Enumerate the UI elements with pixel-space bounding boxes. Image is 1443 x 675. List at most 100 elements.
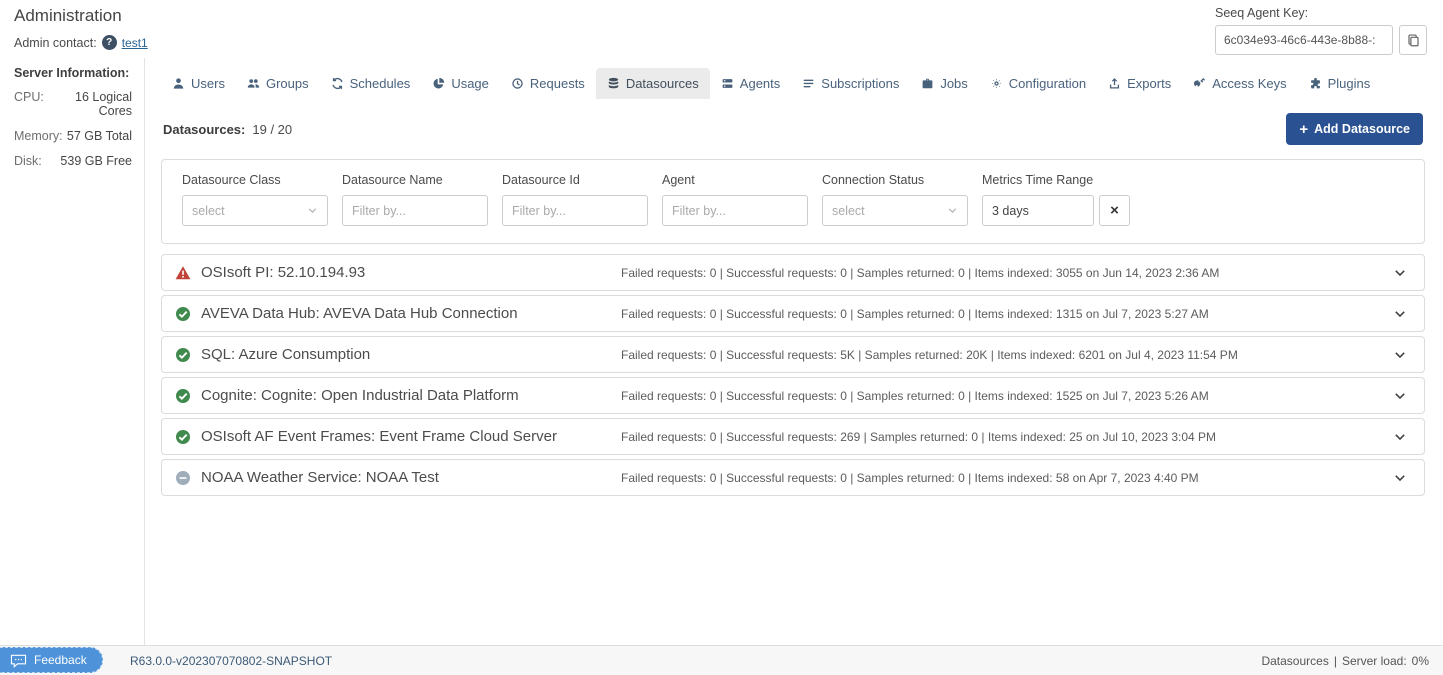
server-info-heading: Server Information: — [14, 66, 132, 80]
datasource-row[interactable]: OSIsoft PI: 52.10.194.93Failed requests:… — [161, 254, 1425, 291]
filter-field-datasource-class: Datasource Class select — [182, 173, 328, 226]
tab-requests[interactable]: Requests — [500, 68, 596, 99]
server-info-value: 16 Logical Cores — [44, 90, 132, 118]
tab-jobs[interactable]: Jobs — [910, 68, 978, 99]
server-info-value: 57 GB Total — [67, 129, 132, 143]
datasource-title: AVEVA Data Hub: AVEVA Data Hub Connectio… — [201, 305, 518, 322]
briefcase-icon — [921, 77, 934, 90]
tab-label: Configuration — [1009, 76, 1086, 91]
list-icon — [802, 77, 815, 90]
datasource-row-header: AVEVA Data Hub: AVEVA Data Hub Connectio… — [175, 305, 621, 322]
filter-input-datasource-id[interactable] — [502, 195, 648, 226]
filter-input-agent[interactable] — [662, 195, 808, 226]
copy-agent-key-button[interactable] — [1399, 25, 1427, 55]
tab-schedules[interactable]: Schedules — [320, 68, 422, 99]
server-info-label: CPU: — [14, 90, 44, 118]
datasource-stats: Failed requests: 0 | Successful requests… — [621, 348, 1381, 362]
admin-contact-link[interactable]: test1 — [122, 36, 148, 50]
tab-label: Agents — [740, 76, 780, 91]
key-icon — [1193, 77, 1206, 90]
tab-subscriptions[interactable]: Subscriptions — [791, 68, 910, 99]
datasource-row[interactable]: SQL: Azure ConsumptionFailed requests: 0… — [161, 336, 1425, 373]
connected-icon — [175, 429, 191, 445]
footer-context: Datasources — [1261, 654, 1328, 668]
select-placeholder: select — [832, 204, 865, 218]
help-icon[interactable]: ? — [102, 35, 117, 50]
chevron-down-icon — [1393, 307, 1407, 321]
feedback-label: Feedback — [34, 653, 87, 667]
agent-key-input[interactable] — [1215, 25, 1393, 55]
tab-configuration[interactable]: Configuration — [979, 68, 1097, 99]
filter-label: Agent — [662, 173, 808, 187]
tab-groups[interactable]: Groups — [236, 68, 320, 99]
filter-select-datasource-class[interactable]: select — [182, 195, 328, 226]
tab-label: Subscriptions — [821, 76, 899, 91]
expand-row-button[interactable] — [1389, 346, 1411, 364]
select-placeholder: select — [192, 204, 225, 218]
filter-field-datasource-name: Datasource Name — [342, 173, 488, 226]
tab-label: Jobs — [940, 76, 967, 91]
datasource-row[interactable]: NOAA Weather Service: NOAA TestFailed re… — [161, 459, 1425, 496]
chevron-down-icon — [947, 205, 958, 216]
datasource-stats: Failed requests: 0 | Successful requests… — [621, 430, 1381, 444]
chevron-down-icon — [1393, 348, 1407, 362]
filter-field-datasource-id: Datasource Id — [502, 173, 648, 226]
datasource-row[interactable]: Cognite: Cognite: Open Industrial Data P… — [161, 377, 1425, 414]
filter-field-connection-status: Connection Status select — [822, 173, 968, 226]
pie-chart-icon — [432, 77, 445, 90]
main-content: UsersGroups Schedules UsageRequests Datasou… — [145, 58, 1443, 645]
tab-exports[interactable]: Exports — [1097, 68, 1182, 99]
datasource-row-header: NOAA Weather Service: NOAA Test — [175, 469, 621, 486]
server-info-row-cpu: CPU:16 Logical Cores — [14, 90, 132, 118]
tab-label: Datasources — [626, 76, 699, 91]
filter-label: Datasource Class — [182, 173, 328, 187]
expand-row-button[interactable] — [1389, 387, 1411, 405]
agent-key-section: Seeq Agent Key: — [1215, 6, 1427, 55]
copy-icon — [1406, 33, 1421, 48]
filter-input-metrics-time-range[interactable] — [982, 195, 1094, 226]
filter-field-metrics-time-range: Metrics Time Range× — [982, 173, 1130, 226]
datasource-row[interactable]: AVEVA Data Hub: AVEVA Data Hub Connectio… — [161, 295, 1425, 332]
tab-access-keys[interactable]: Access Keys — [1182, 68, 1297, 99]
page-body: Server Information: CPU:16 Logical Cores… — [0, 58, 1443, 645]
chevron-down-icon — [307, 205, 318, 216]
add-datasource-button[interactable]: + Add Datasource — [1286, 113, 1423, 145]
expand-row-button[interactable] — [1389, 469, 1411, 487]
datasource-row-header: OSIsoft PI: 52.10.194.93 — [175, 264, 621, 281]
admin-contact-label: Admin contact: — [14, 36, 97, 50]
version-text: R63.0.0-v202307070802-SNAPSHOT — [130, 654, 332, 668]
clear-filter-button[interactable]: × — [1099, 195, 1130, 226]
plus-icon: + — [1299, 122, 1308, 137]
filter-label: Connection Status — [822, 173, 968, 187]
tab-plugins[interactable]: Plugins — [1298, 68, 1382, 99]
expand-row-button[interactable] — [1389, 305, 1411, 323]
server-info-value: 539 GB Free — [60, 154, 132, 168]
feedback-button[interactable]: Feedback — [0, 647, 103, 673]
tab-label: Access Keys — [1212, 76, 1286, 91]
datasource-row[interactable]: OSIsoft AF Event Frames: Event Frame Clo… — [161, 418, 1425, 455]
tab-label: Plugins — [1328, 76, 1371, 91]
tab-users[interactable]: Users — [161, 68, 236, 99]
datasource-stats: Failed requests: 0 | Successful requests… — [621, 471, 1381, 485]
disabled-icon — [175, 470, 191, 486]
warning-icon — [175, 265, 191, 281]
tab-agents[interactable]: Agents — [710, 68, 791, 99]
filter-input-datasource-name[interactable] — [342, 195, 488, 226]
server-info-sidebar: Server Information: CPU:16 Logical Cores… — [0, 58, 145, 645]
datasource-row-header: Cognite: Cognite: Open Industrial Data P… — [175, 387, 621, 404]
expand-row-button[interactable] — [1389, 428, 1411, 446]
server-info-label: Memory: — [14, 129, 63, 143]
tab-usage[interactable]: Usage — [421, 68, 500, 99]
tab-label: Exports — [1127, 76, 1171, 91]
datasources-count-value: 19 / 20 — [252, 122, 292, 137]
connected-icon — [175, 388, 191, 404]
expand-row-button[interactable] — [1389, 264, 1411, 282]
tab-datasources[interactable]: Datasources — [596, 68, 710, 99]
filter-select-connection-status[interactable]: select — [822, 195, 968, 226]
filter-panel: Datasource Class select Datasource Name Dat… — [161, 159, 1425, 244]
filter-label: Datasource Id — [502, 173, 648, 187]
chevron-down-icon — [1393, 471, 1407, 485]
users-icon — [247, 77, 260, 90]
filter-field-agent: Agent — [662, 173, 808, 226]
tab-label: Schedules — [350, 76, 411, 91]
